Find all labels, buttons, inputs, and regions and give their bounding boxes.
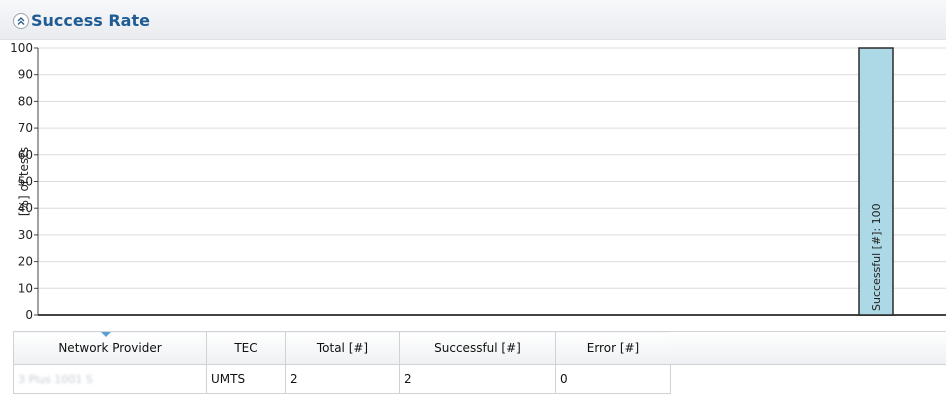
column-header-error[interactable]: Error [#] xyxy=(555,331,671,365)
panel-header: Success Rate xyxy=(0,0,946,40)
cell-total: 2 xyxy=(285,364,400,394)
table-header-filler xyxy=(670,331,946,365)
success-rate-chart: 0102030405060708090100[%] of testsSucces… xyxy=(10,41,946,322)
double-chevron-up-icon xyxy=(17,17,25,25)
y-tick-label: 0 xyxy=(25,308,33,322)
table-row[interactable]: 3 Plus 1001 S UMTS 2 2 0 xyxy=(13,364,671,394)
y-tick-label: 80 xyxy=(18,94,33,108)
y-tick-label: 100 xyxy=(10,41,33,55)
column-header-tec[interactable]: TEC xyxy=(206,331,286,365)
y-tick-label: 10 xyxy=(18,281,33,295)
bar-data-label: Successful [#]: 100 xyxy=(870,203,883,311)
y-tick-label: 70 xyxy=(18,121,33,135)
y-axis-label: [%] of tests xyxy=(17,147,31,216)
cell-successful: 2 xyxy=(399,364,556,394)
panel-title: Success Rate xyxy=(31,11,150,30)
table-header-row: Network Provider TEC Total [#] Successfu… xyxy=(13,331,671,365)
sort-indicator-icon xyxy=(101,332,111,337)
y-tick-label: 20 xyxy=(18,255,33,269)
column-header-network-provider[interactable]: Network Provider xyxy=(13,331,207,365)
column-header-successful[interactable]: Successful [#] xyxy=(399,331,556,365)
y-tick-label: 30 xyxy=(18,228,33,242)
cell-network-provider: 3 Plus 1001 S xyxy=(13,364,207,394)
results-table: Network Provider TEC Total [#] Successfu… xyxy=(13,331,671,394)
collapse-button[interactable] xyxy=(13,13,29,29)
cell-tec: UMTS xyxy=(206,364,286,394)
y-tick-label: 90 xyxy=(18,68,33,82)
column-header-total[interactable]: Total [#] xyxy=(285,331,400,365)
cell-error: 0 xyxy=(555,364,671,394)
